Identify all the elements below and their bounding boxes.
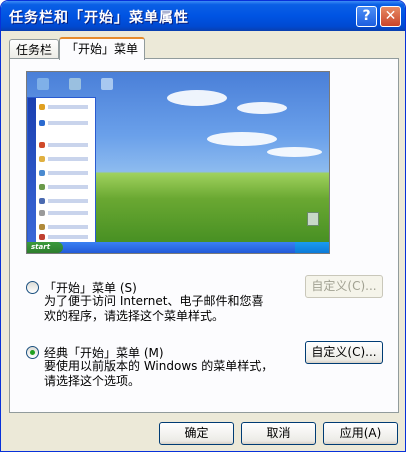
menu-item-icon xyxy=(39,120,45,126)
menu-item-bar xyxy=(48,235,88,239)
tab-taskbar[interactable]: 任务栏 xyxy=(9,39,59,59)
close-button[interactable]: ✕ xyxy=(380,6,401,27)
menu-item-bar xyxy=(48,185,88,189)
cancel-button[interactable]: 取消 xyxy=(241,422,316,445)
menu-item-bar xyxy=(48,121,88,125)
desktop-icon xyxy=(101,78,113,90)
cloud-decoration xyxy=(167,90,227,106)
recycle-bin-icon xyxy=(307,212,319,226)
apply-button[interactable]: 应用(A) xyxy=(323,422,398,445)
menu-item-icon xyxy=(39,198,45,204)
properties-dialog: 任务栏和「开始」菜单属性 ? ✕ 任务栏 「开始」菜单 start 「开始」菜单… xyxy=(0,0,406,452)
cloud-decoration xyxy=(207,132,277,146)
menu-item-bar xyxy=(48,143,88,147)
classic-start-menu-description: 要使用以前版本的 Windows 的菜单样式， 请选择这个选项。 xyxy=(44,359,273,389)
customize-classic-start-menu-button[interactable]: 自定义(C)... xyxy=(305,341,383,364)
preview-start-button: start xyxy=(27,242,63,253)
help-button[interactable]: ? xyxy=(356,6,377,27)
customize-start-menu-button: 自定义(C)... xyxy=(305,275,383,298)
cloud-decoration xyxy=(237,102,287,114)
description-line: 要使用以前版本的 Windows 的菜单样式， xyxy=(44,359,274,373)
menu-item-bar xyxy=(48,199,88,203)
tab-start-menu[interactable]: 「开始」菜单 xyxy=(59,37,145,60)
description-line: 请选择这个选项。 xyxy=(44,374,141,388)
radio-start-menu[interactable] xyxy=(26,281,39,294)
preview-taskbar: start xyxy=(27,242,329,253)
title-bar[interactable]: 任务栏和「开始」菜单属性 ? ✕ xyxy=(1,1,405,31)
desktop-icon xyxy=(69,78,81,90)
menu-item-icon xyxy=(39,104,45,110)
menu-item-bar xyxy=(48,105,88,109)
menu-item-bar xyxy=(48,211,88,215)
menu-item-icon xyxy=(39,170,45,176)
window-title: 任务栏和「开始」菜单属性 xyxy=(9,10,189,26)
start-menu-side-bar xyxy=(28,98,36,244)
menu-item-bar xyxy=(48,157,88,161)
menu-item-bar xyxy=(48,225,88,229)
menu-item-bar xyxy=(48,171,88,175)
start-menu-preview: start xyxy=(26,71,330,254)
menu-item-icon xyxy=(39,142,45,148)
radio-selected-dot xyxy=(30,350,35,355)
tab-strip: 任务栏 「开始」菜单 xyxy=(9,37,399,60)
menu-item-icon xyxy=(39,184,45,190)
menu-item-icon xyxy=(39,156,45,162)
ok-button[interactable]: 确定 xyxy=(159,422,234,445)
menu-item-icon xyxy=(39,224,45,230)
start-menu-description: 为了便于访问 Internet、电子邮件和您喜 欢的程序，请选择这个菜单样式。 xyxy=(44,294,263,324)
classic-start-menu-thumbnail xyxy=(27,97,96,245)
description-line: 为了便于访问 Internet、电子邮件和您喜 xyxy=(44,294,264,308)
description-line: 欢的程序，请选择这个菜单样式。 xyxy=(44,309,225,323)
menu-item-icon xyxy=(39,234,45,240)
preview-system-tray xyxy=(295,242,329,253)
radio-classic-start-menu[interactable] xyxy=(26,346,39,359)
tab-panel: start 「开始」菜单 (S) 自定义(C)... 为了便于访问 Intern… xyxy=(9,58,399,413)
cloud-decoration xyxy=(267,147,322,157)
desktop-icon xyxy=(37,78,49,90)
menu-item-icon xyxy=(39,210,45,216)
